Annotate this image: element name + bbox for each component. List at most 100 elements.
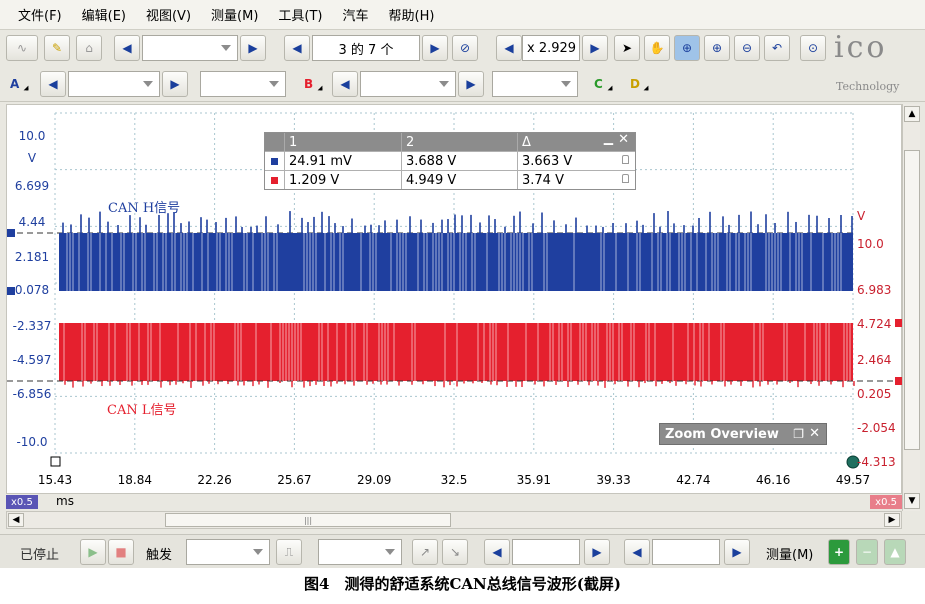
x-axis-tick-label: 46.16 bbox=[756, 473, 791, 487]
buffer-navigator[interactable]: 3 的 7 个 bbox=[312, 35, 420, 61]
zoom-factor-field[interactable]: x 2.929 bbox=[522, 35, 580, 61]
compass-icon[interactable]: ⊘ bbox=[452, 35, 478, 61]
zoom-out-icon[interactable]: ⊖ bbox=[734, 35, 760, 61]
zoom-overview-icon[interactable]: ⊙ bbox=[800, 35, 826, 61]
hand-icon[interactable]: ✋ bbox=[644, 35, 670, 61]
zoom-overview-panel[interactable]: Zoom Overview ❐ ✕ bbox=[659, 423, 827, 445]
channel-b-range-select[interactable] bbox=[360, 71, 456, 97]
collection-time-select[interactable] bbox=[142, 35, 238, 61]
threshold-next-icon[interactable]: ▶ bbox=[584, 539, 610, 565]
left-axis-tick-label: 6.699 bbox=[14, 179, 50, 193]
pico-logo-subtitle: Technology bbox=[836, 80, 900, 93]
x-axis-tick-label: 18.84 bbox=[117, 473, 152, 487]
menu-measure[interactable]: 测量(M) bbox=[211, 5, 258, 24]
falling-edge-icon[interactable]: ↘ bbox=[442, 539, 468, 565]
home-icon[interactable]: ⌂ bbox=[76, 35, 102, 61]
scope-mode-icon[interactable]: ∿ bbox=[6, 35, 38, 61]
scroll-left-icon[interactable]: ◀ bbox=[8, 513, 24, 527]
left-axis-tick-label: V bbox=[27, 151, 37, 165]
x-axis-tick-label: 25.67 bbox=[277, 473, 312, 487]
close-icon[interactable]: ✕ bbox=[809, 426, 820, 441]
run-status-label: 已停止 bbox=[20, 548, 60, 563]
channel-c-button[interactable]: C bbox=[590, 71, 620, 97]
status-bar: 已停止 ▶ ■ 触发 ⎍ ↗ ↘ ◀ ▶ ◀ ▶ 测量(M) + − ▲ bbox=[0, 534, 925, 568]
threshold-field[interactable] bbox=[512, 539, 580, 565]
channel-a-waveform-band bbox=[59, 233, 853, 291]
right-axis-tick-label: 10.0 bbox=[857, 237, 884, 251]
pretrigger-prev-icon[interactable]: ◀ bbox=[624, 539, 650, 565]
lock-icon[interactable] bbox=[622, 174, 629, 183]
x-axis-tick-label: 22.26 bbox=[197, 473, 232, 487]
pretrigger-next-icon[interactable]: ▶ bbox=[724, 539, 750, 565]
start-icon[interactable]: ▶ bbox=[80, 539, 106, 565]
channel-a-coupling-select[interactable] bbox=[200, 71, 286, 97]
measurements-label: 测量(M) bbox=[766, 548, 814, 563]
channel-b-coupling-select[interactable] bbox=[492, 71, 578, 97]
menu-auto[interactable]: 汽车 bbox=[343, 5, 369, 24]
menu-file[interactable]: 文件(F) bbox=[18, 5, 62, 24]
restore-icon[interactable]: ❐ bbox=[793, 427, 804, 441]
pretrigger-field[interactable] bbox=[652, 539, 720, 565]
buffer-prev-icon[interactable]: ◀ bbox=[284, 35, 310, 61]
right-axis-tick-label: 4.724 bbox=[857, 317, 892, 331]
channel-a-range-next-icon[interactable]: ▶ bbox=[162, 71, 188, 97]
picoscope-window: 文件(F) 编辑(E) 视图(V) 测量(M) 工具(T) 汽车 帮助(H) ∿… bbox=[0, 0, 925, 568]
prev-arrow-icon[interactable]: ◀ bbox=[114, 35, 140, 61]
menu-bar: 文件(F) 编辑(E) 视图(V) 测量(M) 工具(T) 汽车 帮助(H) bbox=[0, 0, 925, 30]
probe-icon[interactable]: ✎ bbox=[44, 35, 70, 61]
lock-icon[interactable] bbox=[622, 155, 629, 164]
horizontal-scrollbar[interactable]: ◀ ||| ▶ bbox=[6, 511, 902, 529]
trigger-source-select[interactable] bbox=[318, 539, 402, 565]
rising-edge-icon[interactable]: ↗ bbox=[412, 539, 438, 565]
vertical-scrollbar[interactable]: ▲ ▼ bbox=[902, 104, 920, 511]
trigger-type-icon[interactable]: ⎍ bbox=[276, 539, 302, 565]
pointer-icon[interactable]: ➤ bbox=[614, 35, 640, 61]
zoom-select-icon[interactable]: ⊕ bbox=[674, 35, 700, 61]
channel-a-range-select[interactable] bbox=[68, 71, 160, 97]
minimize-icon[interactable]: ▁ bbox=[604, 131, 613, 145]
channel-b-range-prev-icon[interactable]: ◀ bbox=[332, 71, 358, 97]
menu-tools[interactable]: 工具(T) bbox=[278, 5, 322, 24]
vertical-scroll-thumb[interactable] bbox=[904, 150, 920, 450]
zoom-next-icon[interactable]: ▶ bbox=[582, 35, 608, 61]
zoom-prev-icon[interactable]: ◀ bbox=[496, 35, 522, 61]
threshold-prev-icon[interactable]: ◀ bbox=[484, 539, 510, 565]
undo-zoom-icon[interactable]: ↶ bbox=[764, 35, 790, 61]
menu-edit[interactable]: 编辑(E) bbox=[82, 5, 126, 24]
x-scale-badge-left[interactable]: x0.5 bbox=[6, 495, 38, 509]
x-axis-tick-label: 35.91 bbox=[516, 473, 551, 487]
trigger-mode-select[interactable] bbox=[186, 539, 270, 565]
x-axis-tick-label: 29.09 bbox=[357, 473, 392, 487]
edit-measurement-icon[interactable]: ▲ bbox=[884, 539, 906, 565]
x-scale-badge-right[interactable]: x0.5 bbox=[870, 495, 902, 509]
next-arrow-icon[interactable]: ▶ bbox=[240, 35, 266, 61]
stop-icon[interactable]: ■ bbox=[108, 539, 134, 565]
buffer-next-icon[interactable]: ▶ bbox=[422, 35, 448, 61]
menu-help[interactable]: 帮助(H) bbox=[389, 5, 435, 24]
channel-b-button[interactable]: B bbox=[300, 71, 330, 97]
left-axis-tick-label: 4.44 bbox=[18, 215, 46, 229]
left-axis-tick-label: 10.0 bbox=[18, 129, 46, 143]
channel-b-range-next-icon[interactable]: ▶ bbox=[458, 71, 484, 97]
channel-a-button[interactable]: A bbox=[6, 71, 36, 97]
channel-a-offset-marker bbox=[7, 229, 15, 237]
scroll-down-icon[interactable]: ▼ bbox=[904, 493, 920, 509]
remove-measurement-icon[interactable]: − bbox=[856, 539, 878, 565]
scroll-up-icon[interactable]: ▲ bbox=[904, 106, 920, 122]
zoom-overview-title: Zoom Overview bbox=[665, 426, 779, 442]
menu-view[interactable]: 视图(V) bbox=[146, 5, 191, 24]
right-axis-tick-label: 6.983 bbox=[857, 283, 892, 297]
channel-a-range-prev-icon[interactable]: ◀ bbox=[40, 71, 66, 97]
channel-b-swatch-icon bbox=[271, 176, 278, 184]
measurement-table[interactable]: 1 2 Δ ▁ ✕ 24.91 mV 3.688 V 3.663 V 1.209… bbox=[264, 131, 636, 190]
zoom-in-icon[interactable]: ⊕ bbox=[704, 35, 730, 61]
horizontal-scroll-thumb[interactable]: ||| bbox=[165, 513, 451, 527]
scroll-right-icon[interactable]: ▶ bbox=[884, 513, 900, 527]
add-measurement-icon[interactable]: + bbox=[828, 539, 850, 565]
can-h-label: CAN H信号 bbox=[108, 201, 181, 216]
close-icon[interactable]: ✕ bbox=[618, 132, 629, 147]
ruler-1-value: 1.209 V bbox=[285, 171, 402, 189]
ruler-2-value: 3.688 V bbox=[402, 152, 518, 170]
channel-d-button[interactable]: D bbox=[626, 71, 656, 97]
delta-value: 3.74 V bbox=[522, 172, 564, 188]
